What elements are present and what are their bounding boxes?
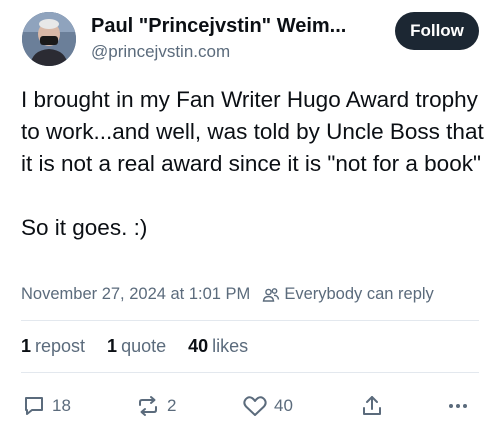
reposts-stat[interactable]: 1 repost (21, 336, 85, 357)
post-text: I brought in my Fan Writer Hugo Award tr… (21, 87, 484, 240)
share-button[interactable] (360, 391, 390, 421)
speech-bubble-icon (25, 397, 43, 415)
like-button[interactable]: 40 (242, 391, 293, 421)
reply-button[interactable]: 18 (22, 391, 71, 421)
share-upload-icon (363, 396, 381, 415)
post-timestamp[interactable]: November 27, 2024 at 1:01 PM (21, 285, 250, 304)
likes-stat[interactable]: 40 likes (188, 336, 248, 357)
likes-label: likes (212, 336, 249, 356)
quotes-stat[interactable]: 1 quote (107, 336, 166, 357)
repost-count: 2 (167, 396, 177, 415)
author-display-name[interactable]: Paul "Princejvstin" Weim... (91, 15, 381, 38)
avatar-image (22, 12, 76, 66)
more-options-button[interactable] (446, 391, 476, 421)
people-icon (263, 287, 280, 302)
divider (21, 320, 479, 321)
follow-button[interactable]: Follow (395, 12, 479, 50)
like-count: 40 (274, 396, 293, 415)
engagement-stats: 1 repost 1 quote 40 likes (21, 336, 248, 357)
quotes-label: quote (121, 336, 167, 356)
post-meta: November 27, 2024 at 1:01 PM Everybody c… (21, 285, 434, 304)
reply-setting[interactable]: Everybody can reply (284, 285, 434, 304)
post-card: Paul "Princejvstin" Weim... @princejvsti… (0, 0, 500, 445)
divider (21, 372, 479, 373)
action-bar: 18 2 40 (0, 391, 500, 421)
reposts-count: 1 (21, 336, 32, 356)
reply-count: 18 (52, 396, 71, 415)
quotes-count: 1 (107, 336, 118, 356)
reposts-label: repost (35, 336, 86, 356)
ellipsis-icon (449, 404, 467, 408)
avatar[interactable] (22, 12, 76, 66)
repost-button[interactable]: 2 (135, 391, 176, 421)
author-handle[interactable]: @princejvstin.com (91, 42, 230, 62)
repost-arrows-icon (139, 396, 157, 416)
heart-icon (243, 396, 267, 416)
likes-count: 40 (188, 336, 209, 356)
